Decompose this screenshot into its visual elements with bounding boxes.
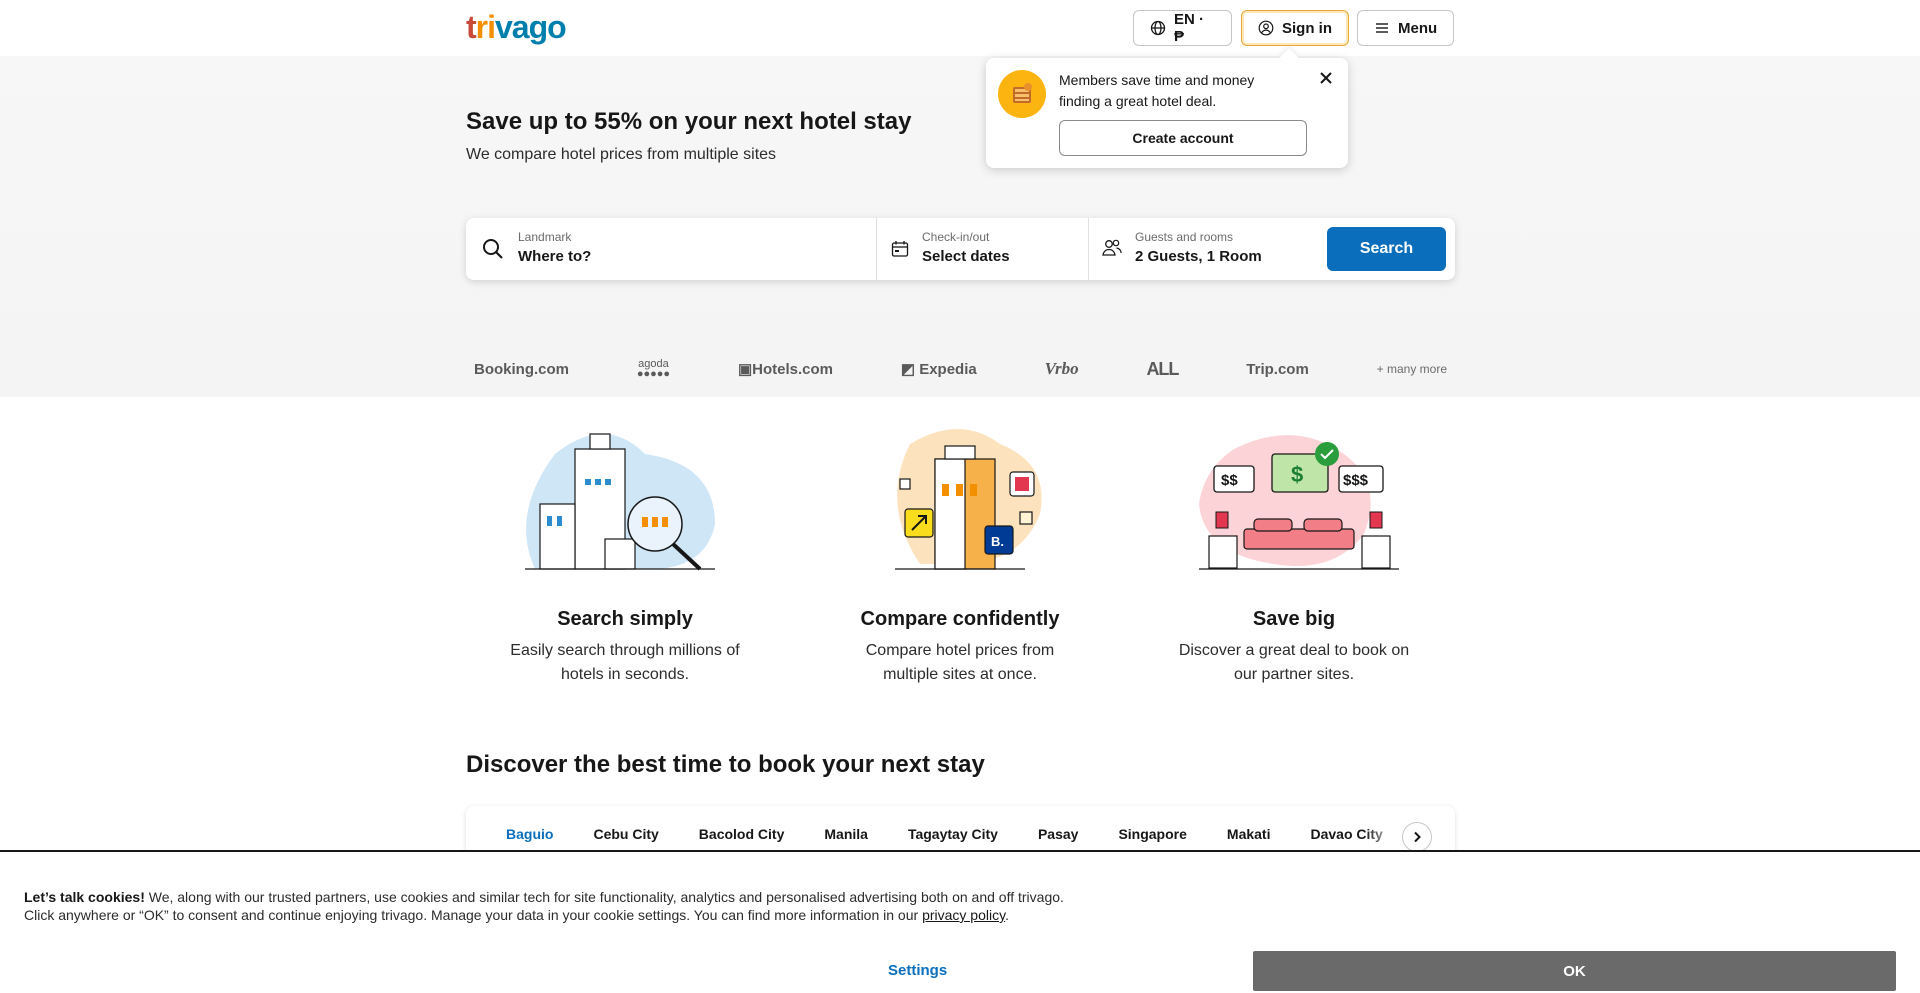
partner-vrbo: Vrbo: [1044, 359, 1079, 378]
expedia-icon: ◩: [900, 361, 916, 378]
hero-subtitle: We compare hotel prices from multiple si…: [466, 146, 777, 163]
partner-trip: Trip.com: [1246, 360, 1309, 378]
tab-cebu-city[interactable]: Cebu City: [593, 826, 658, 842]
svg-text:$: $: [1291, 462, 1303, 487]
destination-field[interactable]: Landmark Where to?: [466, 218, 877, 280]
close-icon[interactable]: [1318, 70, 1334, 86]
feature-search-simply: Search simply Easily search through mill…: [485, 424, 765, 687]
tab-bacolod-city[interactable]: Bacolod City: [699, 826, 785, 842]
svg-text:$$: $$: [1221, 472, 1238, 489]
guests-field[interactable]: Guests and rooms 2 Guests, 1 Room: [1089, 218, 1319, 280]
cookie-line-1: We, along with our trusted partners, use…: [144, 889, 1064, 905]
language-label: EN · ₱: [1174, 11, 1204, 45]
tab-makati[interactable]: Makati: [1227, 826, 1271, 842]
feature-title: Compare confidently: [860, 608, 1060, 630]
menu-button[interactable]: Menu: [1357, 10, 1454, 46]
agoda-dots-icon: ●●●●●: [636, 368, 671, 380]
save-illustration: $$ $ $$$: [1184, 424, 1404, 580]
cookie-heading: Let’s talk cookies!: [24, 889, 145, 905]
hotels-icon: ▣: [737, 361, 753, 378]
partner-booking: Booking.com: [474, 360, 570, 378]
dates-field[interactable]: Check-in/out Select dates: [877, 218, 1089, 280]
tab-baguio[interactable]: Baguio: [506, 826, 553, 842]
cookie-settings-button[interactable]: Settings: [888, 962, 947, 979]
cookie-text: Let’s talk cookies! We, along with our t…: [24, 888, 1224, 924]
user-icon: [1258, 20, 1274, 36]
coins-icon: [998, 70, 1046, 118]
feature-compare-confidently: B. Compare confidently Compare hotel pri…: [820, 424, 1100, 687]
feature-text: Compare hotel prices from multiple sites…: [865, 642, 1055, 683]
partner-expedia: ◩ Expedia: [901, 360, 977, 378]
logo-part-1: t: [466, 8, 477, 45]
dates-label: Check-in/out: [922, 230, 990, 244]
partner-hotels: ▣Hotels.com: [738, 360, 833, 378]
city-tab-list: Baguio Cebu City Bacolod City Manila Tag…: [506, 826, 1423, 842]
partner-agoda: agoda ●●●●●: [636, 359, 671, 380]
globe-icon: [1150, 20, 1166, 36]
partner-all: ALL: [1146, 358, 1179, 379]
feature-title: Save big: [1252, 608, 1336, 630]
trivago-logo[interactable]: t ri vago: [466, 8, 567, 45]
guests-label: Guests and rooms: [1135, 230, 1234, 244]
chevron-right-icon: [1414, 831, 1421, 843]
search-bar: Landmark Where to? Check-in/out Select d…: [466, 218, 1455, 280]
create-account-button[interactable]: Create account: [1059, 120, 1307, 156]
sign-in-label: Sign in: [1282, 19, 1332, 37]
partner-logos: Booking.com agoda ●●●●● ▣Hotels.com ◩ Exp…: [466, 354, 1455, 384]
svg-text:$$$: $$$: [1343, 472, 1369, 489]
language-currency-button[interactable]: EN · ₱: [1133, 10, 1232, 46]
search-button[interactable]: Search: [1327, 227, 1446, 271]
compare-illustration: B.: [850, 424, 1070, 580]
hamburger-icon: [1376, 23, 1388, 33]
feature-text: Discover a great deal to book on our par…: [1178, 642, 1410, 683]
logo-part-3: vago: [495, 8, 567, 45]
tab-tagaytay-city[interactable]: Tagaytay City: [908, 826, 998, 842]
cookie-line-2: Click anywhere or “OK” to consent and co…: [24, 907, 923, 923]
cookie-line-2-end: .: [1005, 907, 1009, 923]
feature-text: Easily search through millions of hotels…: [510, 642, 740, 683]
search-illustration: [515, 424, 735, 580]
guests-value: 2 Guests, 1 Room: [1135, 248, 1262, 265]
dates-value: Select dates: [922, 248, 1010, 265]
tabs-next-button[interactable]: [1402, 822, 1432, 852]
tab-singapore[interactable]: Singapore: [1118, 826, 1186, 842]
feature-title: Search simply: [557, 608, 693, 630]
partner-hotels-label: Hotels.com: [752, 361, 833, 378]
discover-title: Discover the best time to book your next…: [466, 751, 985, 778]
sign-in-button[interactable]: Sign in: [1241, 10, 1349, 46]
partner-expedia-label: Expedia: [919, 361, 977, 378]
feature-save-big: $$ $ $$$ Save big Discover a great deal …: [1154, 424, 1434, 687]
partner-more: + many more: [1376, 362, 1447, 376]
search-icon: [483, 239, 503, 259]
calendar-icon: [891, 241, 909, 257]
tab-pasay[interactable]: Pasay: [1038, 826, 1078, 842]
tab-manila[interactable]: Manila: [824, 826, 868, 842]
cookie-ok-button[interactable]: OK: [1253, 951, 1896, 991]
destination-label: Landmark: [518, 230, 572, 244]
header: t ri vago EN · ₱ Sign in Menu: [0, 0, 1920, 56]
member-popover: Members save time and money finding a gr…: [986, 58, 1348, 168]
destination-input[interactable]: Where to?: [518, 248, 591, 265]
cookie-banner[interactable]: Let’s talk cookies! We, along with our t…: [0, 850, 1920, 993]
guests-icon: [1102, 239, 1122, 256]
svg-text:B.: B.: [991, 534, 1004, 549]
logo-part-2: ri: [475, 8, 496, 45]
privacy-policy-link[interactable]: privacy policy: [922, 907, 1005, 923]
popover-message: Members save time and money finding a gr…: [1059, 72, 1255, 109]
menu-label: Menu: [1398, 19, 1438, 37]
hero-title: Save up to 55% on your next hotel stay: [466, 108, 912, 135]
